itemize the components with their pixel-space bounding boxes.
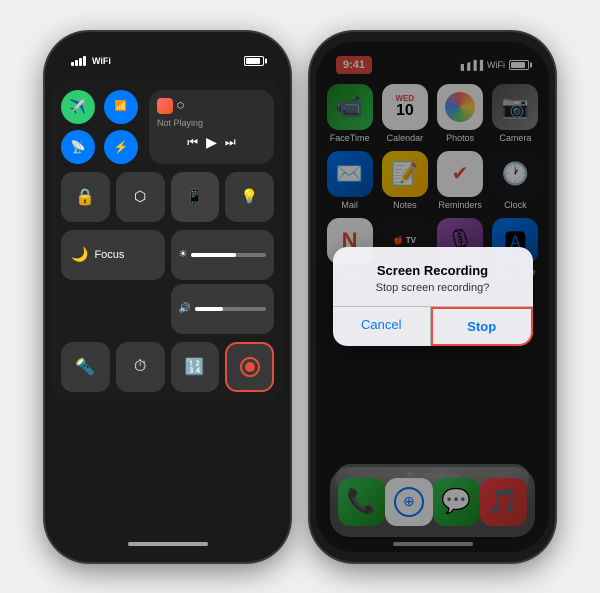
sliders-container: ☀ 🔊 xyxy=(171,230,275,334)
control-center-grid: ✈️ 📶 📡 ⚡ ⬡ Not Playing ⏮ ▶ xyxy=(51,80,284,402)
alert-message: Stop screen recording? xyxy=(349,282,517,294)
dark-mode-btn[interactable]: 📱 xyxy=(171,172,220,222)
stop-button[interactable]: Stop xyxy=(431,307,533,346)
left-screen: WiFi ✈️ 📶 📡 ⚡ ⬡ xyxy=(51,42,284,552)
record-inner xyxy=(245,362,255,372)
moon-icon: 🌙 xyxy=(71,246,88,263)
alert-buttons: Cancel Stop xyxy=(333,306,533,346)
cellular-toggle[interactable]: 📶 xyxy=(104,90,138,124)
airplay-icon: ⬡ xyxy=(177,101,184,110)
alert-content: Screen Recording Stop screen recording? xyxy=(333,247,533,306)
battery-icon xyxy=(244,56,264,66)
media-top: ⬡ xyxy=(157,98,266,114)
brightness-track xyxy=(191,253,266,257)
brightness-btn[interactable]: 💡 xyxy=(225,172,274,222)
prev-track-icon[interactable]: ⏮ xyxy=(187,135,198,150)
focus-btn[interactable]: 🌙 Focus xyxy=(61,230,165,280)
volume-slider[interactable]: 🔊 xyxy=(171,284,275,334)
right-screen: 9:41 ▐▐▐▐ WiFi 📹 FaceTime WED 10 xyxy=(316,42,549,552)
brightness-slider[interactable]: ☀ xyxy=(171,230,275,280)
wifi-toggle[interactable]: 📡 xyxy=(61,130,95,164)
media-controls: ⏮ ▶ ⏭ xyxy=(157,132,266,153)
timer-btn[interactable]: ⏱ xyxy=(116,342,165,392)
not-playing-label: Not Playing xyxy=(157,118,266,128)
notch xyxy=(123,42,213,64)
cc-row2: 🔒 ⬡ 📱 💡 xyxy=(61,172,274,222)
cc-row3: 🌙 Focus ☀ 🔊 xyxy=(61,230,274,334)
volume-icon: 🔊 xyxy=(179,303,191,314)
brightness-icon: ☀ xyxy=(179,249,188,260)
brightness-fill xyxy=(191,253,236,257)
next-track-icon[interactable]: ⏭ xyxy=(225,135,236,150)
battery-fill xyxy=(246,58,260,64)
cc-toggle-grid: ✈️ 📶 📡 ⚡ xyxy=(61,90,141,164)
signal-bar-1 xyxy=(71,62,74,66)
volume-fill xyxy=(195,307,223,311)
volume-track xyxy=(195,307,266,311)
flashlight-btn[interactable]: 🔦 xyxy=(61,342,110,392)
record-circle xyxy=(240,357,260,377)
cc-row4: 🔦 ⏱ 🔢 xyxy=(61,342,274,392)
left-iphone: WiFi ✈️ 📶 📡 ⚡ ⬡ xyxy=(45,32,290,562)
cancel-button[interactable]: Cancel xyxy=(333,307,432,346)
airplane-toggle[interactable]: ✈️ xyxy=(61,90,95,124)
media-app-icon xyxy=(157,98,173,114)
alert-dialog: Screen Recording Stop screen recording? … xyxy=(333,247,533,346)
signal-bar-2 xyxy=(75,60,78,66)
dialog-overlay: Screen Recording Stop screen recording? … xyxy=(316,42,549,552)
cc-media-player: ⬡ Not Playing ⏮ ▶ ⏭ xyxy=(149,90,274,164)
wifi-icon: WiFi xyxy=(92,56,111,66)
screen-record-btn[interactable] xyxy=(225,342,274,392)
cc-row1: ✈️ 📶 📡 ⚡ ⬡ Not Playing ⏮ ▶ xyxy=(61,90,274,164)
signal-icons: WiFi xyxy=(71,56,111,66)
screen-mirror-btn[interactable]: ⬡ xyxy=(116,172,165,222)
alert-title: Screen Recording xyxy=(349,263,517,278)
play-icon[interactable]: ▶ xyxy=(206,134,217,151)
bluetooth-toggle[interactable]: ⚡ xyxy=(104,130,138,164)
signal-bar-4 xyxy=(83,56,86,66)
home-indicator xyxy=(128,542,208,546)
right-iphone: 9:41 ▐▐▐▐ WiFi 📹 FaceTime WED 10 xyxy=(310,32,555,562)
calculator-btn[interactable]: 🔢 xyxy=(171,342,220,392)
signal-bar-3 xyxy=(79,58,82,66)
screen-lock-btn[interactable]: 🔒 xyxy=(61,172,110,222)
focus-label: Focus xyxy=(94,249,124,261)
